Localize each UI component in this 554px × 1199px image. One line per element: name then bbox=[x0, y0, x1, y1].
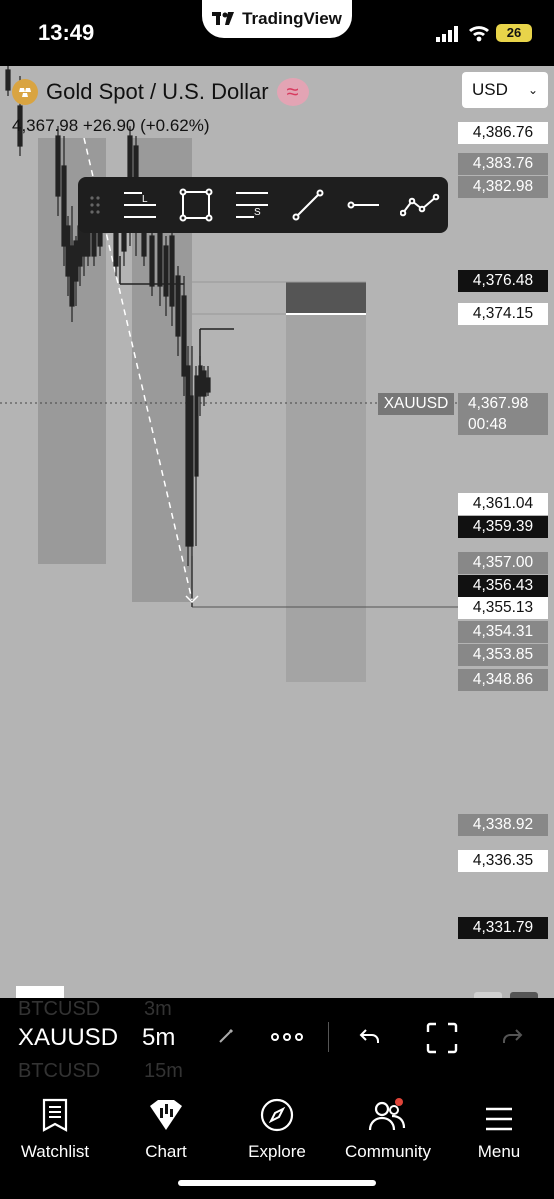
current-interval[interactable]: 5m bbox=[142, 1024, 175, 1052]
price-label: 4,338.92 bbox=[458, 814, 548, 836]
tradingview-logo-icon bbox=[212, 12, 235, 25]
gold-bar-icon bbox=[12, 79, 38, 105]
hamburger-menu-icon bbox=[486, 1107, 512, 1131]
compass-icon bbox=[260, 1098, 294, 1132]
more-icon[interactable] bbox=[270, 1032, 304, 1042]
chevron-down-icon: ⌄ bbox=[527, 83, 538, 97]
nav-menu[interactable]: Menu bbox=[444, 1084, 554, 1162]
price-label: 4,331.79 bbox=[458, 917, 548, 939]
symbol-interval-bar: BTCUSD 3m XAUUSD 5m BTCUSD 15m bbox=[0, 998, 554, 1084]
current-price-label: 4,367.98 bbox=[458, 393, 548, 415]
brand-name: TradingView bbox=[242, 9, 342, 28]
currency-select[interactable]: USD ⌄ bbox=[462, 72, 548, 108]
battery-icon: 26 bbox=[496, 24, 532, 42]
currency-value: USD bbox=[472, 80, 508, 99]
nav-watchlist[interactable]: Watchlist bbox=[0, 1084, 110, 1162]
next-interval[interactable]: 15m bbox=[144, 1060, 183, 1083]
rectangle-tool-icon[interactable] bbox=[168, 177, 224, 233]
price-label: 4,382.98 bbox=[458, 176, 548, 198]
divider bbox=[328, 1022, 329, 1052]
current-symbol[interactable]: XAUUSD bbox=[18, 1024, 118, 1052]
price-label: 4,386.76 bbox=[458, 122, 548, 144]
nav-label: Menu bbox=[477, 1142, 521, 1161]
long-position-tool-icon[interactable]: L bbox=[112, 177, 168, 233]
drag-handle-icon[interactable] bbox=[78, 177, 112, 233]
prev-interval[interactable]: 3m bbox=[144, 998, 172, 1021]
home-indicator[interactable] bbox=[178, 1180, 376, 1186]
watchlist-icon bbox=[42, 1098, 68, 1132]
price-label: 4,353.85 bbox=[458, 644, 548, 666]
price-label: 4,374.15 bbox=[458, 303, 548, 325]
nav-community[interactable]: Community bbox=[333, 1084, 443, 1162]
market-status-icon[interactable]: ≈ bbox=[276, 78, 309, 106]
nav-label: Watchlist bbox=[20, 1142, 90, 1161]
chart-area[interactable]: Gold Spot / U.S. Dollar ≈ 4,367.98 +26.9… bbox=[0, 66, 554, 998]
short-position-tool-icon[interactable]: S bbox=[224, 177, 280, 233]
chart-icon bbox=[150, 1100, 182, 1130]
symbol-header[interactable]: Gold Spot / U.S. Dollar ≈ bbox=[12, 78, 309, 106]
candlesticks bbox=[5, 66, 211, 566]
price-label: 4,355.13 bbox=[458, 597, 548, 619]
price-label: 4,383.76 bbox=[458, 153, 548, 175]
redo-icon[interactable] bbox=[500, 1026, 524, 1046]
bar-countdown: 00:48 bbox=[458, 415, 548, 435]
quote-line: 4,367.98 +26.90 (+0.62%) bbox=[12, 116, 210, 135]
nav-label: Chart bbox=[145, 1142, 187, 1161]
wifi-icon bbox=[469, 26, 489, 42]
symbol-name: Gold Spot / U.S. Dollar bbox=[46, 79, 269, 104]
drawing-toolbar: L S bbox=[78, 177, 448, 233]
nav-label: Community bbox=[345, 1142, 431, 1161]
svg-text:L: L bbox=[142, 194, 148, 205]
clock: 13:49 bbox=[38, 20, 95, 45]
price-label: 4,361.04 bbox=[458, 493, 548, 515]
tradingview-badge: TradingView bbox=[202, 0, 352, 38]
undo-icon[interactable] bbox=[358, 1026, 382, 1046]
trend-line-tool-icon[interactable] bbox=[280, 177, 336, 233]
nav-label: Explore bbox=[248, 1142, 306, 1161]
status-bar: 13:49 TradingView 26 bbox=[0, 0, 554, 66]
drawing-pen-icon[interactable] bbox=[216, 1026, 236, 1046]
path-tool-icon[interactable] bbox=[392, 177, 448, 233]
nav-chart[interactable]: Chart bbox=[111, 1084, 221, 1162]
price-label: 4,357.00 bbox=[458, 552, 548, 574]
battery-level: 26 bbox=[506, 25, 522, 40]
price-label: 4,359.39 bbox=[458, 516, 548, 538]
price-label: 4,376.48 bbox=[458, 270, 548, 292]
fullscreen-icon[interactable] bbox=[426, 1022, 458, 1054]
community-icon bbox=[368, 1098, 406, 1131]
price-label: 4,356.43 bbox=[458, 575, 548, 597]
price-label: 4,354.31 bbox=[458, 621, 548, 643]
price-label: 4,336.35 bbox=[458, 850, 548, 872]
nav-explore[interactable]: Explore bbox=[222, 1084, 332, 1162]
cellular-signal-icon bbox=[436, 26, 458, 42]
horizontal-ray-tool-icon[interactable] bbox=[336, 177, 392, 233]
prev-symbol[interactable]: BTCUSD bbox=[18, 998, 100, 1021]
price-label: 4,348.86 bbox=[458, 669, 548, 691]
symbol-price-tag: XAUUSD bbox=[378, 393, 454, 415]
next-symbol[interactable]: BTCUSD bbox=[18, 1060, 100, 1083]
svg-text:S: S bbox=[254, 207, 261, 218]
tradingview-watermark bbox=[16, 986, 64, 998]
